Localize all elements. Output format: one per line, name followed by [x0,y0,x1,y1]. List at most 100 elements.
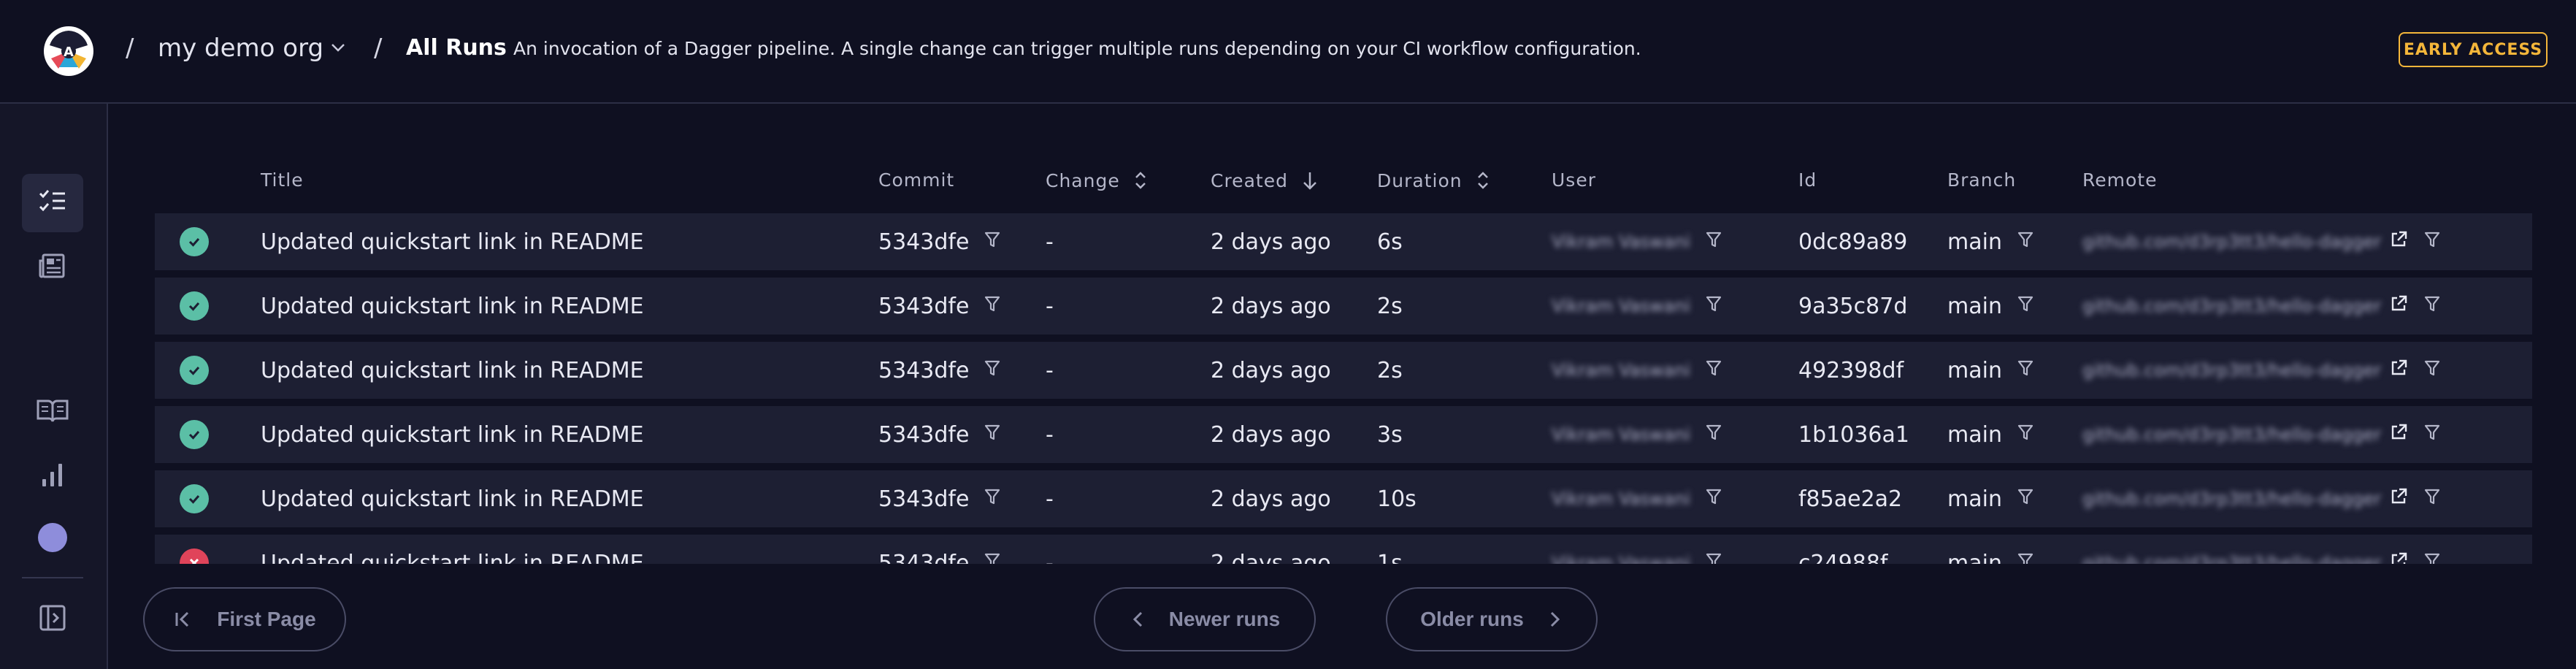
external-link-icon[interactable] [2388,294,2409,318]
id-value[interactable]: 0dc89a89 [1798,213,1907,270]
id-value[interactable]: f85ae2a2 [1798,470,1902,527]
column-branch: Branch [1947,169,2017,191]
external-link-icon[interactable] [2388,229,2409,254]
run-title[interactable]: Updated quickstart link in README [261,535,644,565]
table-row[interactable]: Updated quickstart link in README 5343dfe… [155,342,2532,399]
filter-icon[interactable] [2423,423,2441,446]
filter-icon[interactable] [2423,551,2441,564]
sidebar-item-docs[interactable] [22,383,83,441]
filter-icon[interactable] [2017,551,2034,564]
success-check-icon [180,484,209,513]
first-page-button[interactable]: First Page [143,587,346,651]
table-row[interactable]: Updated quickstart link in README 5343dfe… [155,278,2532,334]
remote-cell: github.com/d3rp3tt3/hello-dagger [2082,470,2441,527]
id-value[interactable]: c24988f [1798,535,1888,565]
run-title[interactable]: Updated quickstart link in README [261,406,644,463]
checklist-icon [37,186,68,220]
user-value: Vikram Vaswani [1552,553,1691,564]
failure-x-icon [180,548,209,564]
commit-value[interactable]: 5343dfe [878,358,969,383]
duration-value: 1s [1377,550,1403,565]
external-link-icon[interactable] [2388,422,2409,447]
sidebar-item-changes[interactable] [22,238,83,297]
branch-cell: main [1947,342,2034,399]
older-runs-button[interactable]: Older runs [1386,587,1598,651]
filter-icon[interactable] [1705,487,1722,511]
filter-icon[interactable] [2017,358,2034,383]
change-value: - [1046,486,1054,512]
sidebar-toggle-icon [38,603,67,635]
first-page-icon [175,611,189,627]
branch-cell: main [1947,535,2034,564]
sidebar-item-runs[interactable] [22,174,83,232]
dagger-logo[interactable]: A [44,26,93,76]
branch-value: main [1947,421,2002,448]
id-value[interactable]: 9a35c87d [1798,278,1907,334]
filter-icon[interactable] [2017,294,2034,319]
external-link-icon[interactable] [2388,551,2409,564]
filter-icon[interactable] [984,229,1001,255]
newer-runs-button[interactable]: Newer runs [1094,587,1316,651]
breadcrumb-separator: / [374,34,383,63]
table-row[interactable]: Updated quickstart link in README 5343dfe… [155,535,2532,564]
run-title[interactable]: Updated quickstart link in README [261,470,644,527]
run-title[interactable]: Updated quickstart link in README [261,213,644,270]
filter-icon[interactable] [1705,230,1722,253]
column-id: Id [1798,169,1817,191]
filter-icon[interactable] [1705,359,1722,382]
user-value: Vikram Vaswani [1552,232,1691,252]
sidebar-item-profile[interactable] [22,508,83,567]
commit-value[interactable]: 5343dfe [878,229,969,255]
filter-icon[interactable] [2423,487,2441,511]
created-value: 2 days ago [1211,486,1331,512]
org-selector[interactable]: my demo org [158,34,323,63]
filter-icon[interactable] [2423,294,2441,318]
id-value[interactable]: 492398df [1798,342,1904,399]
table-row[interactable]: Updated quickstart link in README 5343dfe… [155,213,2532,270]
top-header: A / my demo org / All Runs An invocation… [0,0,2576,104]
run-title[interactable]: Updated quickstart link in README [261,342,644,399]
filter-icon[interactable] [2017,422,2034,448]
filter-icon[interactable] [2017,229,2034,255]
branch-value: main [1947,357,2002,383]
newspaper-icon [37,251,68,284]
commit-value[interactable]: 5343dfe [878,486,969,512]
branch-value: main [1947,550,2002,565]
filter-icon[interactable] [1705,294,1722,318]
filter-icon[interactable] [1705,423,1722,446]
filter-icon[interactable] [984,551,1001,564]
table-header: Title Commit Change Created Duration Use… [155,146,2532,213]
column-created[interactable]: Created [1211,169,1319,191]
book-icon [36,395,69,429]
commit-value[interactable]: 5343dfe [878,551,969,565]
run-title[interactable]: Updated quickstart link in README [261,278,644,334]
external-link-icon[interactable] [2388,486,2409,511]
commit-value[interactable]: 5343dfe [878,294,969,319]
success-check-icon [180,420,209,449]
table-row[interactable]: Updated quickstart link in README 5343dfe… [155,406,2532,463]
filter-icon[interactable] [1705,551,1722,564]
commit-value[interactable]: 5343dfe [878,422,969,448]
filter-icon[interactable] [984,358,1001,383]
filter-icon[interactable] [984,486,1001,512]
filter-icon[interactable] [984,422,1001,448]
duration-value: 10s [1377,486,1417,512]
user-value: Vikram Vaswani [1552,489,1691,509]
column-change[interactable]: Change [1046,169,1148,191]
filter-icon[interactable] [984,294,1001,319]
table-row[interactable]: Updated quickstart link in README 5343dfe… [155,470,2532,527]
external-link-icon[interactable] [2388,358,2409,383]
chevron-down-icon[interactable] [329,38,348,57]
filter-icon[interactable] [2423,230,2441,253]
filter-icon[interactable] [2017,486,2034,512]
user-value: Vikram Vaswani [1552,424,1691,445]
branch-cell: main [1947,470,2034,527]
id-value[interactable]: 1b1036a1 [1798,406,1909,463]
sidebar-item-insights[interactable] [22,447,83,505]
column-duration[interactable]: Duration [1377,169,1490,191]
remote-cell: github.com/d3rp3tt3/hello-dagger [2082,213,2441,270]
filter-icon[interactable] [2423,359,2441,382]
success-check-icon [180,227,209,256]
remote-value: github.com/d3rp3tt3/hello-dagger [2082,296,2382,316]
sidebar-toggle-button[interactable] [22,590,83,649]
